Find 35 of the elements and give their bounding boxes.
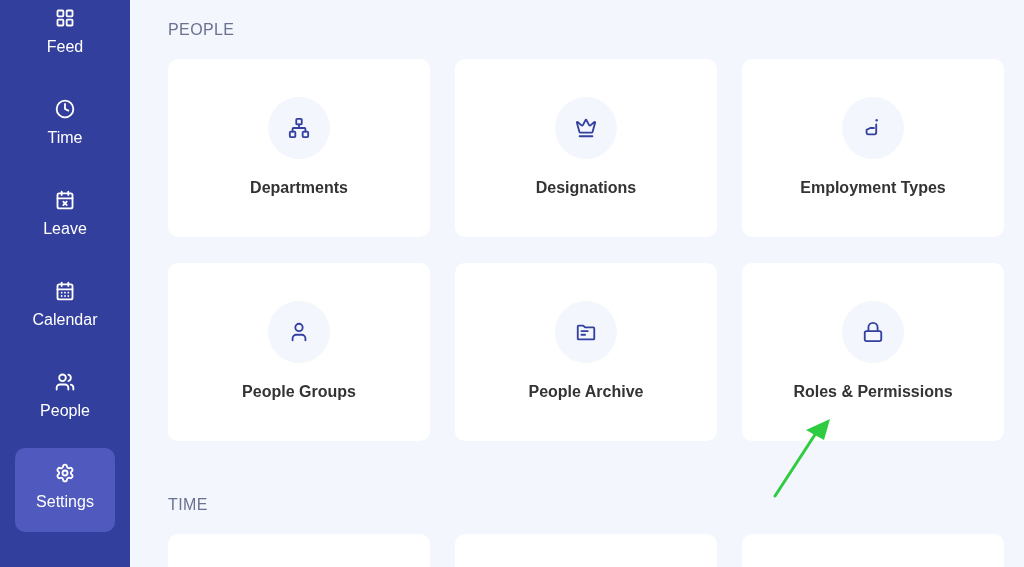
- sidebar-label: Calendar: [32, 310, 98, 330]
- card-label: Roles & Permissions: [793, 382, 953, 402]
- card-label: Designations: [535, 178, 637, 198]
- settings-card[interactable]: People Groups: [168, 263, 430, 441]
- card-label: Employment Types: [800, 178, 946, 198]
- section-title: PEOPLE: [168, 20, 236, 40]
- card-label: People Archive: [528, 382, 644, 402]
- sidebar-label: Leave: [43, 219, 87, 239]
- settings-icon: [55, 463, 75, 483]
- sidebar-item[interactable]: People: [15, 357, 115, 441]
- calendar-icon: [55, 281, 75, 301]
- lock-icon: [862, 321, 884, 343]
- sidebar-item[interactable]: Leave: [15, 175, 115, 259]
- sidebar-label: Settings: [36, 492, 94, 512]
- sidebar-item[interactable]: Time: [15, 84, 115, 168]
- clock-icon: [55, 99, 75, 119]
- sidebar-label: People: [40, 401, 90, 421]
- sidebar-item[interactable]: Feed: [15, 0, 115, 77]
- settings-card[interactable]: Departments: [168, 59, 430, 237]
- section-title: TIME: [168, 495, 209, 515]
- settings-card[interactable]: People Archive: [455, 263, 717, 441]
- settings-card[interactable]: Designations: [455, 59, 717, 237]
- settings-card[interactable]: Roles & Permissions: [742, 263, 1004, 441]
- card-label: Departments: [250, 178, 348, 198]
- card-label: People Groups: [242, 382, 356, 402]
- calendar-x-icon: [55, 190, 75, 210]
- sidebar-item[interactable]: Calendar: [15, 266, 115, 350]
- settings-card[interactable]: Employment Types: [742, 59, 1004, 237]
- crown-icon: [575, 117, 597, 139]
- people-icon: [55, 372, 75, 392]
- grid-icon: [55, 8, 75, 28]
- hierarchy-icon: [288, 117, 310, 139]
- sidebar-item[interactable]: Settings: [15, 448, 115, 532]
- sidebar-label: Feed: [46, 37, 84, 57]
- sidebar-label: Time: [47, 128, 83, 148]
